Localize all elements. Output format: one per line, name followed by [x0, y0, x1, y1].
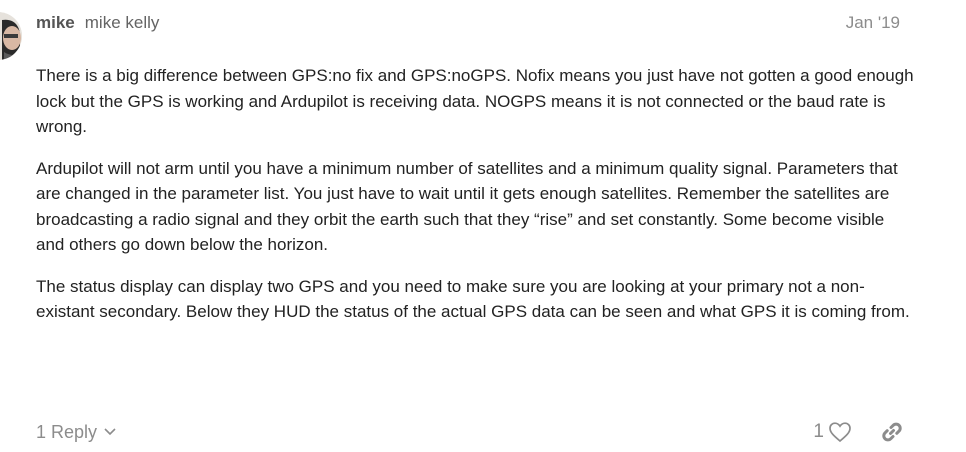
post-paragraph: The status display can display two GPS a…	[36, 276, 910, 322]
avatar[interactable]	[0, 12, 22, 60]
post-body: There is a big difference between GPS:no…	[36, 63, 916, 341]
post-footer: 1 Reply 1	[36, 418, 904, 446]
show-replies-button[interactable]: 1 Reply	[36, 422, 117, 443]
post-header: mike mike kelly Jan '19	[36, 13, 900, 37]
full-name: mike kelly	[84, 13, 160, 32]
username-link[interactable]: mike	[36, 13, 75, 33]
post: mike mike kelly Jan '19 There is a big d…	[0, 0, 966, 452]
post-date[interactable]: Jan '19	[846, 13, 900, 33]
like-button[interactable]: 1	[813, 421, 852, 443]
link-icon[interactable]	[880, 420, 904, 444]
chevron-down-icon	[103, 427, 117, 437]
post-actions: 1	[813, 420, 904, 444]
like-count[interactable]: 1	[813, 421, 824, 443]
replies-label: 1 Reply	[36, 421, 98, 442]
heart-icon	[828, 421, 852, 443]
post-paragraph: There is a big difference between GPS:no…	[36, 66, 914, 136]
post-paragraph: Ardupilot will not arm until you have a …	[36, 158, 898, 255]
